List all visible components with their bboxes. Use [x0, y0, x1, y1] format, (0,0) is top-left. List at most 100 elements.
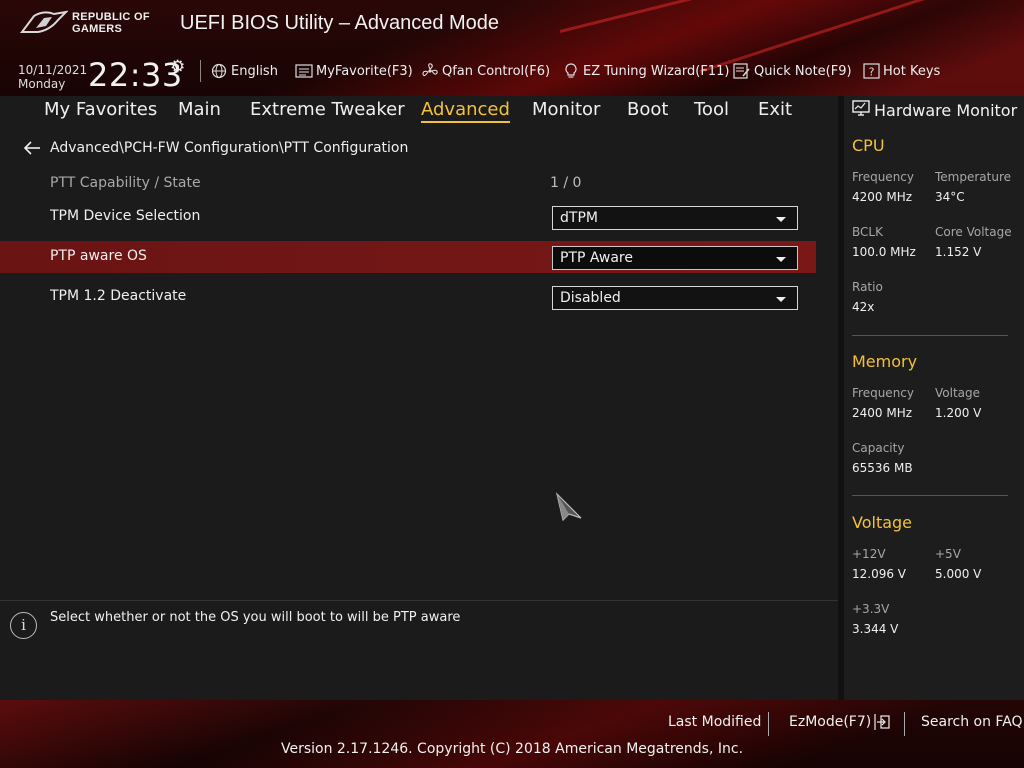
header-decoration: [559, 0, 1024, 33]
rog-eye-icon: [20, 10, 68, 33]
tab-exit[interactable]: Exit: [758, 99, 792, 120]
tab-boot[interactable]: Boot: [627, 99, 668, 120]
date-display: 10/11/2021 Monday: [18, 63, 87, 91]
help-bar: i Select whether or not the OS you will …: [0, 600, 838, 700]
v33-value: 3.344 V: [852, 622, 899, 636]
tpm-device-selection-dropdown[interactable]: dTPM: [552, 206, 798, 230]
favorite-list-icon: [295, 62, 313, 80]
quick-note-button[interactable]: Quick Note(F9): [733, 61, 852, 81]
header-divider: [200, 60, 201, 82]
last-modified-button[interactable]: Last Modified: [668, 714, 761, 730]
v12-value: 12.096 V: [852, 567, 907, 581]
cpu-bclk-label: BCLK: [852, 225, 883, 239]
cpu-ratio-label: Ratio: [852, 280, 883, 294]
tab-monitor[interactable]: Monitor: [532, 99, 600, 120]
rog-logo: REPUBLIC OF GAMERS: [20, 8, 170, 38]
main-tabs: My Favorites Main Extreme Tweaker Advanc…: [0, 96, 838, 126]
tab-main[interactable]: Main: [178, 99, 221, 120]
memory-capacity-value: 65536 MB: [852, 461, 913, 475]
breadcrumb: Advanced\PCH-FW Configuration\PTT Config…: [50, 140, 409, 156]
info-icon: i: [10, 612, 37, 639]
brand-text: REPUBLIC OF GAMERS: [72, 11, 150, 35]
help-text: Select whether or not the OS you will bo…: [50, 610, 461, 625]
tab-extreme-tweaker[interactable]: Extreme Tweaker: [250, 99, 405, 120]
setting-row-ptp-aware-os[interactable]: PTP aware OS PTP Aware: [0, 241, 816, 273]
setting-value: 1 / 0: [550, 175, 582, 191]
setting-row-ptt-capability: PTT Capability / State 1 / 0: [0, 168, 816, 200]
v12-label: +12V: [852, 547, 886, 561]
hw-cpu-heading: CPU: [852, 136, 885, 155]
setting-row-tpm12-deactivate[interactable]: TPM 1.2 Deactivate Disabled: [0, 281, 816, 313]
hardware-monitor-title: Hardware Monitor: [852, 100, 1017, 120]
language-button[interactable]: English: [210, 61, 278, 81]
monitor-icon: [852, 100, 870, 120]
globe-icon: [210, 62, 228, 80]
app-title: UEFI BIOS Utility – Advanced Mode: [180, 12, 500, 34]
day-text: Monday: [18, 77, 66, 91]
tpm12-deactivate-dropdown[interactable]: Disabled: [552, 286, 798, 310]
setting-label: PTT Capability / State: [50, 175, 201, 191]
svg-text:?: ?: [868, 66, 874, 79]
clock-time: 22:33: [88, 56, 183, 94]
memory-frequency-label: Frequency: [852, 386, 914, 400]
settings-panel: Advanced\PCH-FW Configuration\PTT Config…: [0, 128, 838, 590]
cpu-ratio-value: 42x: [852, 300, 875, 314]
myfavorite-button[interactable]: MyFavorite(F3): [295, 61, 413, 81]
v5-value: 5.000 V: [935, 567, 982, 581]
language-label: English: [231, 63, 278, 79]
ez-mode-label: EzMode(F7): [789, 714, 872, 730]
cpu-temperature-label: Temperature: [935, 170, 1012, 184]
date-text: 10/11/2021: [18, 63, 88, 77]
myfavorite-label: MyFavorite(F3): [316, 63, 413, 79]
cpu-frequency-value: 4200 MHz: [852, 190, 913, 204]
hw-section-divider: [852, 335, 1008, 336]
qfan-label: Qfan Control(F6): [442, 63, 551, 79]
dropdown-caret-icon: [776, 257, 786, 262]
search-faq-button[interactable]: Search on FAQ: [921, 714, 1023, 730]
hot-keys-button[interactable]: ? Hot Keys: [862, 61, 940, 81]
top-header: REPUBLIC OF GAMERS UEFI BIOS Utility – A…: [0, 0, 1024, 96]
cpu-core-voltage-label: Core Voltage: [935, 225, 1012, 239]
setting-label: TPM 1.2 Deactivate: [50, 288, 187, 304]
cpu-temperature-value: 34°C: [935, 190, 965, 204]
mouse-cursor-icon: [555, 492, 582, 522]
setting-label: PTP aware OS: [50, 248, 147, 264]
setting-row-tpm-device-selection[interactable]: TPM Device Selection dTPM: [0, 201, 816, 233]
question-mark-icon: ?: [862, 62, 880, 80]
memory-capacity-label: Capacity: [852, 441, 905, 455]
footer-bar: Last Modified EzMode(F7) Search on FAQ V…: [0, 700, 1024, 768]
memory-voltage-value: 1.200 V: [935, 406, 982, 420]
dropdown-value: PTP Aware: [560, 250, 633, 266]
exit-to-ez-mode-icon: [873, 714, 891, 730]
tab-advanced[interactable]: Advanced: [421, 99, 510, 123]
ez-mode-button[interactable]: EzMode(F7): [789, 714, 891, 730]
footer-divider: [904, 712, 905, 736]
setting-label: TPM Device Selection: [50, 208, 201, 224]
ez-tuning-wizard-button[interactable]: EZ Tuning Wizard(F11): [562, 61, 729, 81]
note-icon: [733, 62, 751, 80]
dropdown-caret-icon: [776, 217, 786, 222]
v5-label: +5V: [935, 547, 961, 561]
tab-my-favorites[interactable]: My Favorites: [44, 99, 157, 120]
cpu-core-voltage-value: 1.152 V: [935, 245, 982, 259]
hw-voltage-heading: Voltage: [852, 513, 913, 532]
hardware-monitor-panel: Hardware Monitor CPU Frequency 4200 MHz …: [844, 96, 1024, 700]
clock-settings-gear-icon[interactable]: ⚙: [170, 57, 185, 77]
footer-divider: [768, 712, 769, 736]
tab-tool[interactable]: Tool: [694, 99, 729, 120]
hw-memory-heading: Memory: [852, 352, 918, 371]
back-arrow-icon[interactable]: [22, 140, 42, 156]
dropdown-caret-icon: [776, 297, 786, 302]
lightbulb-icon: [562, 62, 580, 80]
fan-icon: [421, 62, 439, 80]
v33-label: +3.3V: [852, 602, 890, 616]
qfan-control-button[interactable]: Qfan Control(F6): [421, 61, 550, 81]
ptp-aware-os-dropdown[interactable]: PTP Aware: [552, 246, 798, 270]
copyright-text: Version 2.17.1246. Copyright (C) 2018 Am…: [280, 741, 744, 757]
hw-section-divider: [852, 495, 1008, 496]
ez-tuning-label: EZ Tuning Wizard(F11): [583, 63, 730, 79]
memory-frequency-value: 2400 MHz: [852, 406, 913, 420]
dropdown-value: Disabled: [560, 290, 621, 306]
cpu-frequency-label: Frequency: [852, 170, 914, 184]
dropdown-value: dTPM: [560, 210, 598, 226]
